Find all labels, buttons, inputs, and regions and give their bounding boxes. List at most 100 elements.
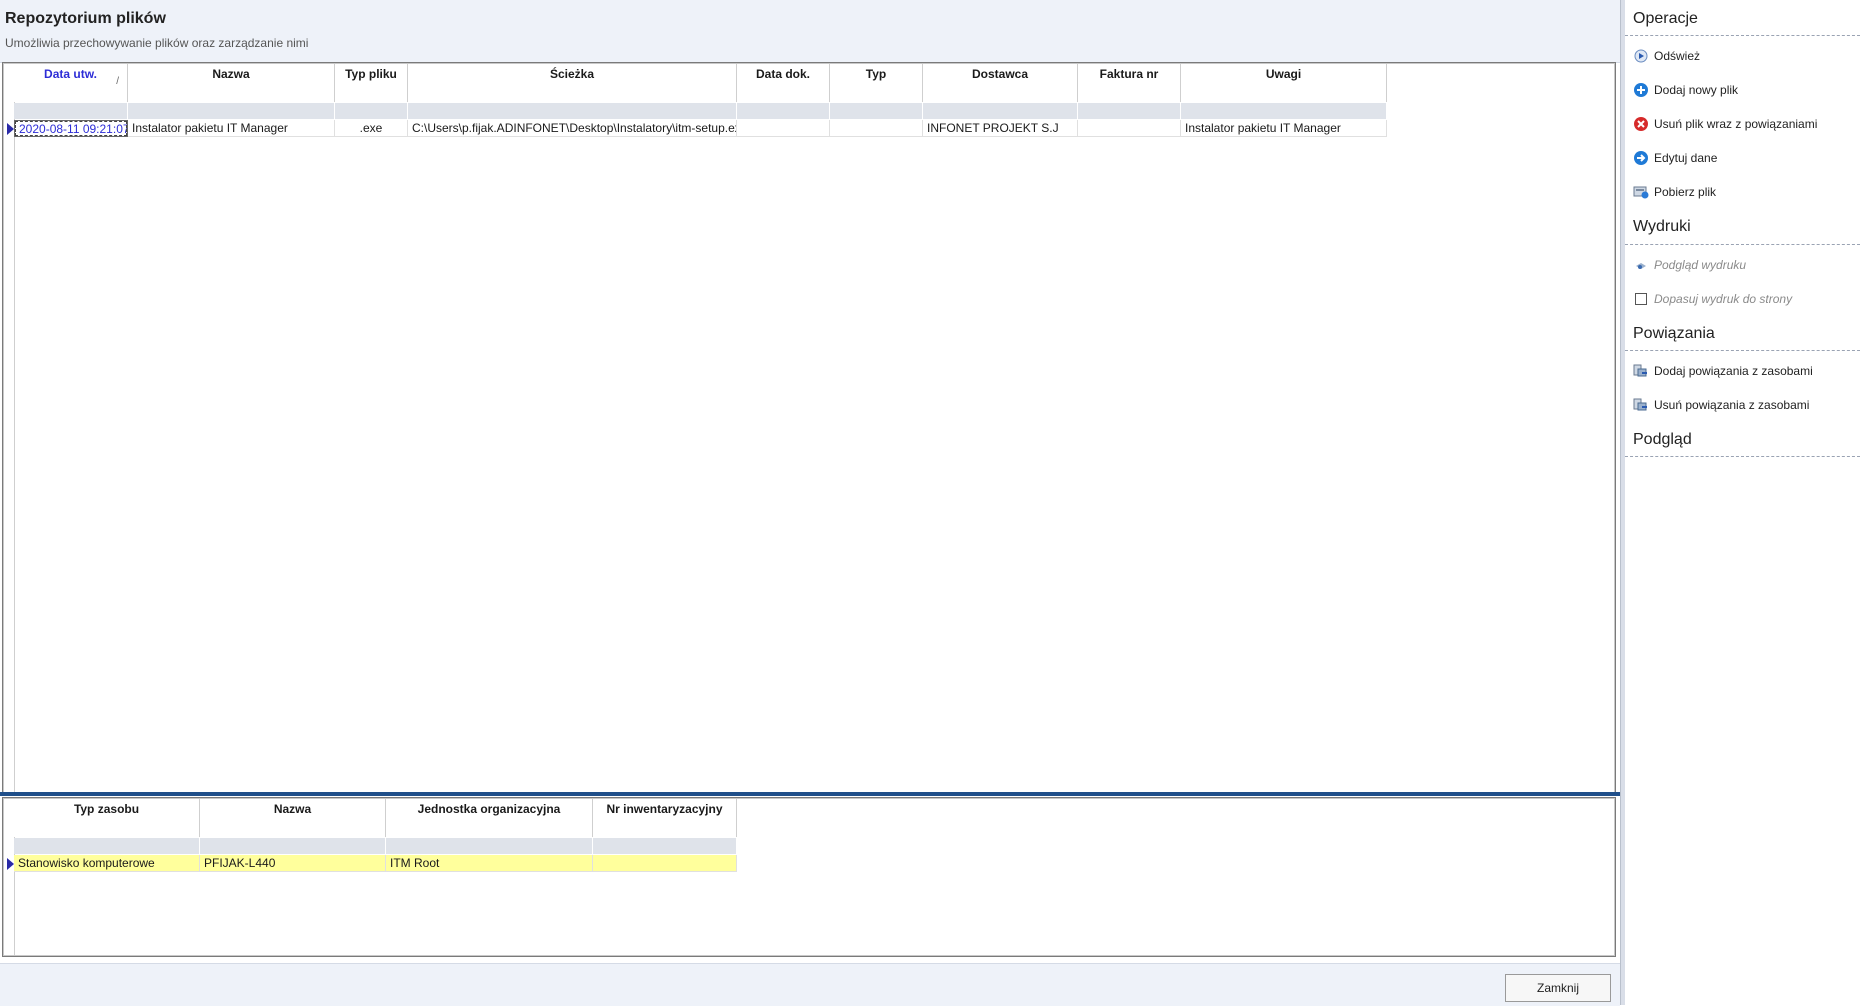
section-divider	[1625, 350, 1860, 351]
cell-typ-pliku[interactable]: .exe	[335, 120, 408, 137]
download-file-button[interactable]: Pobierz plik	[1633, 182, 1716, 202]
action-label: Edytuj dane	[1654, 151, 1718, 165]
section-title-podglad: Podgląd	[1633, 431, 1692, 448]
column-label: Data utw.	[44, 67, 97, 81]
link-remove-icon	[1633, 397, 1649, 413]
table-row[interactable]: 2020-08-11 09:21:07 Instalator pakietu I…	[14, 120, 1387, 137]
grid-splitter[interactable]	[0, 792, 1620, 796]
resources-grid[interactable]: Typ zasobu Nazwa Jednostka organizacyjna…	[2, 797, 1616, 957]
section-divider	[1625, 35, 1860, 36]
column-header-nr-inw[interactable]: Nr inwentaryzacyjny	[593, 799, 737, 837]
cell-typ[interactable]	[830, 120, 923, 137]
refresh-icon	[1633, 48, 1649, 64]
delete-icon	[1633, 116, 1649, 132]
filter-cell[interactable]	[408, 103, 737, 119]
cell-faktura-nr[interactable]	[1078, 120, 1181, 137]
current-row-indicator-icon	[7, 123, 14, 135]
sort-indicator-icon: /	[116, 76, 119, 87]
column-header-nazwa[interactable]: Nazwa	[128, 64, 335, 102]
section-title-operacje: Operacje	[1633, 10, 1698, 27]
resources-filter-row[interactable]	[14, 838, 737, 854]
column-header-jednostka[interactable]: Jednostka organizacyjna	[386, 799, 593, 837]
current-row-indicator-icon	[7, 858, 14, 870]
cell-nr-inw[interactable]	[593, 855, 737, 872]
fit-to-page-checkbox[interactable]: Dopasuj wydruk do strony	[1633, 289, 1792, 309]
download-icon	[1633, 184, 1649, 200]
action-label: Usuń plik wraz z powiązaniami	[1654, 117, 1818, 131]
column-header-sciezka[interactable]: Ścieżka	[408, 64, 737, 102]
page-subtitle: Umożliwia przechowywanie plików oraz zar…	[5, 36, 309, 50]
action-label: Pobierz plik	[1654, 185, 1717, 199]
column-label: Typ pliku	[345, 67, 397, 81]
action-label: Dopasuj wydruk do strony	[1654, 292, 1793, 306]
checkbox-icon	[1633, 291, 1649, 307]
filter-cell[interactable]	[14, 103, 128, 119]
column-header-typ[interactable]: Typ	[830, 64, 923, 102]
filter-cell[interactable]	[830, 103, 923, 119]
cell-data-utw[interactable]: 2020-08-11 09:21:07	[14, 120, 128, 137]
print-preview-icon	[1633, 257, 1649, 273]
column-header-typ-zasobu[interactable]: Typ zasobu	[14, 799, 200, 837]
link-add-icon	[1633, 363, 1649, 379]
filter-cell[interactable]	[128, 103, 335, 119]
filter-cell[interactable]	[200, 838, 386, 854]
edit-data-button[interactable]: Edytuj dane	[1633, 148, 1717, 168]
column-label: Data dok.	[755, 67, 810, 81]
delete-file-button[interactable]: Usuń plik wraz z powiązaniami	[1633, 114, 1817, 134]
column-header-data-utw[interactable]: Data utw. /	[14, 64, 128, 102]
filter-cell[interactable]	[593, 838, 737, 854]
cell-typ-zasobu[interactable]: Stanowisko komputerowe	[14, 855, 200, 872]
cell-uwagi[interactable]: Instalator pakietu IT Manager	[1181, 120, 1387, 137]
edit-icon	[1633, 150, 1649, 166]
action-label: Dodaj powiązania z zasobami	[1654, 364, 1813, 378]
action-label: Podgląd wydruku	[1654, 258, 1747, 272]
column-header-faktura-nr[interactable]: Faktura nr	[1078, 64, 1181, 102]
column-header-nazwa[interactable]: Nazwa	[200, 799, 386, 837]
column-header-typ-pliku[interactable]: Typ pliku	[335, 64, 408, 102]
add-file-button[interactable]: Dodaj nowy plik	[1633, 80, 1738, 100]
files-grid[interactable]: Data utw. / Nazwa Typ pliku Ścieżka Data…	[2, 62, 1616, 794]
page-title: Repozytorium plików	[5, 10, 166, 27]
cell-data-dok[interactable]	[737, 120, 830, 137]
dialog-footer: Zamknij	[0, 963, 1620, 1006]
column-label: Jednostka organizacyjna	[417, 802, 561, 816]
add-links-button[interactable]: Dodaj powiązania z zasobami	[1633, 361, 1813, 381]
column-label: Typ zasobu	[73, 802, 140, 816]
actions-panel: Operacje Odśwież Dodaj nowy plik Usuń pl…	[1625, 0, 1860, 1005]
action-label: Odśwież	[1654, 49, 1701, 63]
section-title-wydruki: Wydruki	[1633, 218, 1691, 235]
column-header-dostawca[interactable]: Dostawca	[923, 64, 1078, 102]
action-label: Usuń powiązania z zasobami	[1654, 398, 1810, 412]
filter-cell[interactable]	[923, 103, 1078, 119]
column-label: Nazwa	[212, 67, 250, 81]
filter-cell[interactable]	[737, 103, 830, 119]
column-header-data-dok[interactable]: Data dok.	[737, 64, 830, 102]
cell-sciezka[interactable]: C:\Users\p.fijak.ADINFONET\Desktop\Insta…	[408, 120, 737, 137]
section-title-powiazania: Powiązania	[1633, 325, 1715, 342]
filter-cell[interactable]	[1181, 103, 1387, 119]
add-icon	[1633, 82, 1649, 98]
column-label: Faktura nr	[1099, 67, 1159, 81]
column-label: Dostawca	[971, 67, 1029, 81]
resources-grid-header: Typ zasobu Nazwa Jednostka organizacyjna…	[14, 799, 737, 837]
column-header-uwagi[interactable]: Uwagi	[1181, 64, 1387, 102]
column-label: Nr inwentaryzacyjny	[606, 802, 723, 816]
cell-dostawca[interactable]: INFONET PROJEKT S.J	[923, 120, 1078, 137]
column-label: Ścieżka	[549, 67, 595, 81]
filter-cell[interactable]	[1078, 103, 1181, 119]
cell-nazwa[interactable]: Instalator pakietu IT Manager	[128, 120, 335, 137]
cell-jednostka[interactable]: ITM Root	[386, 855, 593, 872]
files-filter-row[interactable]	[14, 103, 1387, 119]
section-divider	[1625, 244, 1860, 245]
action-label: Dodaj nowy plik	[1654, 83, 1739, 97]
print-preview-button[interactable]: Podgląd wydruku	[1633, 255, 1746, 275]
filter-cell[interactable]	[14, 838, 200, 854]
remove-links-button[interactable]: Usuń powiązania z zasobami	[1633, 395, 1809, 415]
close-button[interactable]: Zamknij	[1505, 974, 1611, 1002]
column-label: Nazwa	[273, 802, 312, 816]
filter-cell[interactable]	[335, 103, 408, 119]
table-row[interactable]: Stanowisko komputerowe PFIJAK-L440 ITM R…	[14, 855, 737, 872]
cell-nazwa[interactable]: PFIJAK-L440	[200, 855, 386, 872]
refresh-button[interactable]: Odśwież	[1633, 46, 1700, 66]
filter-cell[interactable]	[386, 838, 593, 854]
